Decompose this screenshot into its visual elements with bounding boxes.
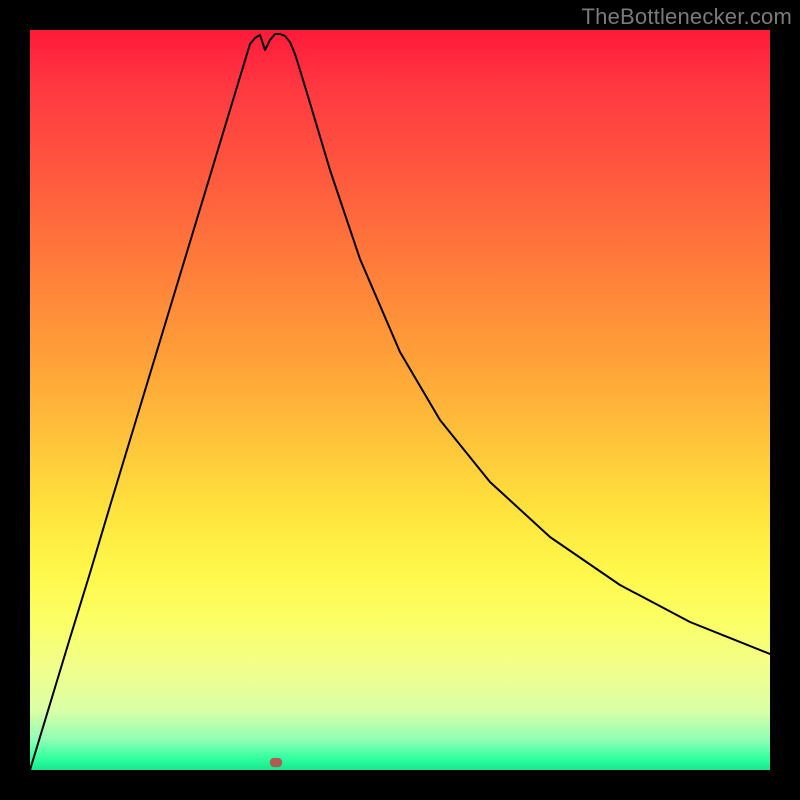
optimum-marker (270, 758, 282, 767)
chart-frame: TheBottlenecker.com (0, 0, 800, 800)
bottleneck-curve (30, 34, 770, 770)
plot-area (30, 30, 770, 770)
watermark-text: TheBottlenecker.com (582, 4, 792, 30)
curve-layer (30, 30, 770, 770)
